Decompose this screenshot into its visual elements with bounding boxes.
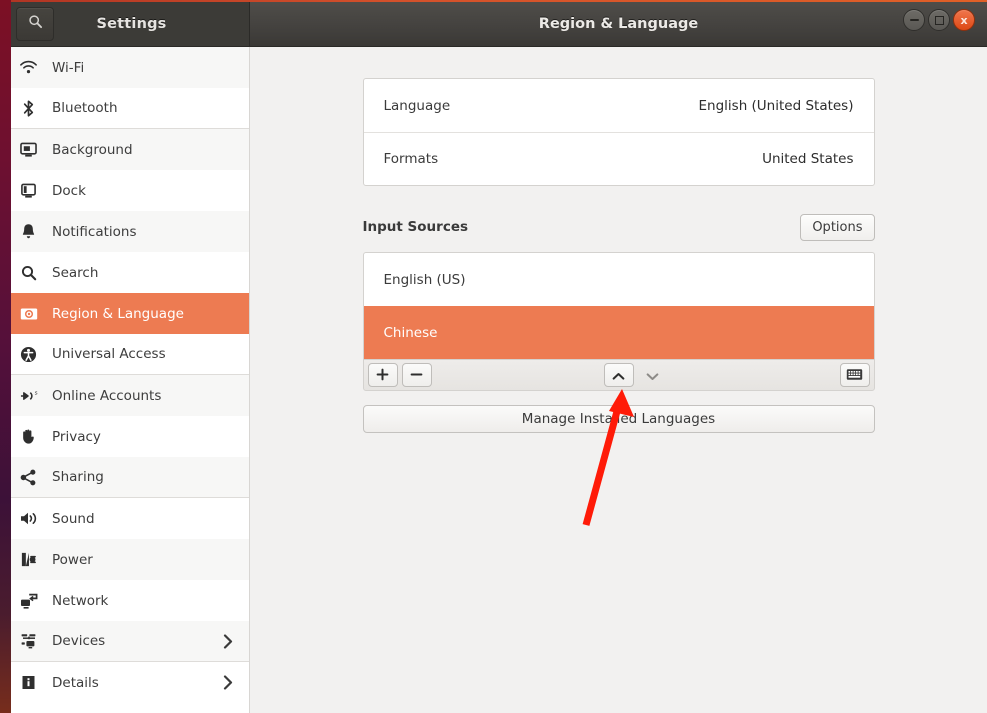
sidebar-item-region-language[interactable]: Region & Language (0, 293, 249, 334)
sidebar-item-label: Power (52, 551, 93, 568)
svg-text:s: s (34, 390, 37, 396)
input-sources-header: Input Sources Options (363, 213, 875, 241)
language-label: Language (383, 97, 451, 114)
sidebar-item-label: Privacy (52, 428, 101, 445)
manage-installed-languages-button[interactable]: Manage Installed Languages (362, 405, 875, 433)
info-icon (18, 674, 39, 692)
sidebar-item-label: Details (52, 674, 99, 691)
settings-window: Settings Region & Language x Wi-Fi Bluet… (0, 0, 987, 713)
sidebar-item-label: Universal Access (52, 346, 166, 362)
options-button[interactable]: Options (800, 213, 875, 241)
sidebar-item-label: Online Accounts (52, 387, 162, 404)
move-down-icon (646, 366, 659, 385)
search-icon (28, 14, 43, 33)
language-formats-card: Language English (United States) Formats… (362, 78, 875, 186)
sidebar-item-label: Region & Language (52, 305, 184, 322)
window-controls: x (903, 9, 975, 31)
sidebar-item-label: Search (52, 264, 99, 281)
input-sources-toolbar (362, 359, 875, 391)
input-source-label: Chinese (383, 324, 438, 341)
minus-icon (410, 366, 423, 385)
sidebar-item-sound[interactable]: Sound (0, 498, 249, 539)
sidebar-item-label: Wi-Fi (52, 59, 85, 76)
plus-icon (376, 366, 389, 385)
sidebar-item-devices[interactable]: Devices (0, 621, 249, 662)
sidebar-item-search[interactable]: Search (0, 252, 249, 293)
bluetooth-icon (18, 99, 39, 117)
window-body: Wi-Fi Bluetooth Background Dock Notifica… (0, 47, 987, 713)
sidebar-item-label: Background (52, 141, 133, 158)
sidebar-item-label: Devices (52, 633, 106, 649)
formats-row[interactable]: Formats United States (363, 132, 874, 185)
language-value: English (United States) (698, 97, 854, 114)
background-icon (18, 141, 39, 159)
chevron-right-icon (223, 633, 233, 649)
online-accounts-icon: s (18, 387, 39, 405)
search-icon (18, 264, 39, 282)
add-input-source-button[interactable] (367, 363, 398, 387)
maximize-button[interactable] (928, 9, 950, 31)
move-up-button[interactable] (603, 363, 634, 387)
sidebar-header: Settings (0, 0, 250, 47)
accessibility-icon (18, 345, 39, 363)
sidebar-item-label: Sharing (52, 469, 104, 485)
sidebar-item-online-accounts[interactable]: s Online Accounts (0, 375, 249, 416)
app-title: Settings (96, 15, 167, 32)
window-titlebar-area: Settings Region & Language x (0, 0, 987, 47)
main-panel: Language English (United States) Formats… (250, 47, 987, 713)
window-title: Region & Language (538, 15, 699, 32)
formats-value: United States (762, 151, 854, 167)
input-source-label: English (US) (383, 271, 466, 288)
chevron-right-icon (223, 675, 233, 690)
sidebar-item-network[interactable]: Network (0, 580, 249, 621)
speaker-icon (18, 510, 39, 528)
wifi-icon (18, 59, 39, 77)
hand-icon (18, 428, 39, 446)
search-button[interactable] (16, 6, 54, 41)
minimize-icon (909, 19, 919, 21)
sidebar-item-label: Dock (52, 182, 86, 199)
move-up-icon (612, 366, 625, 385)
language-row[interactable]: Language English (United States) (364, 79, 874, 132)
close-icon: x (960, 13, 968, 27)
desktop-left-edge (0, 0, 11, 713)
formats-label: Formats (383, 151, 439, 167)
minimize-button[interactable] (903, 9, 925, 31)
settings-sidebar[interactable]: Wi-Fi Bluetooth Background Dock Notifica… (0, 47, 250, 713)
sidebar-item-wifi[interactable]: Wi-Fi (0, 47, 249, 88)
sidebar-item-label: Sound (52, 510, 95, 527)
titlebar-accent-line (0, 0, 987, 2)
sidebar-item-dock[interactable]: Dock (0, 170, 249, 211)
sidebar-item-privacy[interactable]: Privacy (0, 416, 249, 457)
sidebar-item-notifications[interactable]: Notifications (0, 211, 249, 252)
close-button[interactable]: x (953, 9, 975, 31)
show-keyboard-layout-button[interactable] (839, 363, 870, 387)
sidebar-item-label: Notifications (52, 223, 137, 240)
sidebar-item-label: Bluetooth (52, 100, 118, 116)
input-sources-list[interactable]: English (US) Chinese (362, 252, 875, 359)
keyboard-layout-icon (846, 366, 863, 385)
share-icon (18, 468, 39, 486)
remove-input-source-button[interactable] (401, 363, 432, 387)
region-language-icon (18, 305, 39, 323)
dock-icon (18, 182, 39, 200)
network-icon (18, 592, 39, 610)
sidebar-item-universal-access[interactable]: Universal Access (0, 334, 249, 375)
sidebar-item-bluetooth[interactable]: Bluetooth (0, 88, 249, 129)
move-down-button[interactable] (638, 363, 668, 387)
window-header: Region & Language x (250, 0, 987, 47)
devices-icon (18, 632, 39, 650)
list-item[interactable]: Chinese (363, 306, 874, 359)
sidebar-item-power[interactable]: Power (0, 539, 249, 580)
power-plug-icon (18, 551, 39, 569)
input-sources-title: Input Sources (362, 219, 469, 235)
sidebar-item-details[interactable]: Details (0, 662, 249, 703)
sidebar-item-label: Network (52, 592, 109, 609)
region-language-content: Language English (United States) Formats… (362, 47, 875, 433)
maximize-icon (934, 15, 944, 25)
list-item[interactable]: English (US) (364, 253, 874, 306)
sidebar-item-sharing[interactable]: Sharing (0, 457, 249, 498)
bell-icon (18, 223, 39, 241)
sidebar-item-background[interactable]: Background (0, 129, 249, 170)
